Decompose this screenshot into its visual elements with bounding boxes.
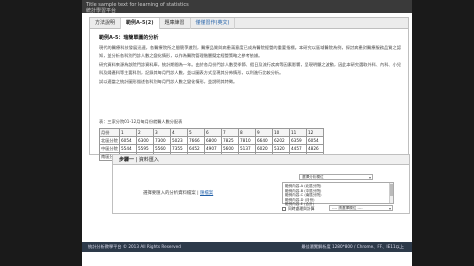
table-cell: 5560 <box>153 144 171 153</box>
table-cell: 6359 <box>289 136 307 145</box>
table-cell: 5320 <box>272 144 290 153</box>
field-select[interactable]: 選擇分析欄位 <box>299 174 373 180</box>
table-cell: 7825 <box>221 136 239 145</box>
paragraph: 研究資料來源為該院門診資料庫，統計期間為一年。由於各月份門診人數受季節、假日及流… <box>99 62 401 75</box>
column-header: 月份 <box>99 128 120 137</box>
secondary-field-select[interactable]: ---- 請選擇欄位 ---- <box>329 205 393 211</box>
table-cell: 5600 <box>221 144 239 153</box>
prompt-text: 選擇要匯入的分析資料檔案 <box>143 191 196 196</box>
column-header: 11 <box>289 128 307 137</box>
table-cell: 7300 <box>153 136 171 145</box>
column-header: 7 <box>221 128 239 137</box>
footer-browser-note: 最佳瀏覽解析度 1280*800 / Chrome、FF、IE11以上 <box>301 244 404 249</box>
option-check-label: 同時處理與計算 <box>288 206 315 211</box>
column-header: 9 <box>255 128 273 137</box>
section-title: 範例A-5：瑞簡單圖的分析 <box>99 35 159 41</box>
table-row: 中區分院 5544 5595 5560 7355 6452 4907 5600 … <box>99 144 324 153</box>
table-cell: 6020 <box>255 144 273 153</box>
footer-copyright: 統計分析教學平台 © 2013 All Rights Reserved <box>88 244 181 249</box>
table-header-row: 月份 1 2 3 4 5 6 7 8 9 10 11 12 <box>99 128 324 137</box>
table-cell: 7810 <box>238 136 256 145</box>
tab-bar: 方法說明 範例A-5(2) 題庫練習 僅僅習作(英文) <box>90 18 408 29</box>
paragraph: 現代的醫療科技發展迅速，各醫療院所之間競爭激烈，醫療品質與病患滿意度已成為醫院經… <box>99 45 401 58</box>
table-cell: 4826 <box>306 144 324 153</box>
field-listbox[interactable]: 範例內容-A (北區分院) 範例內容-B (中區分院) 範例內容-C (南區分院… <box>282 182 394 206</box>
paragraph: 試以適當之統計圖形描述各科別每月門診人數之變化情形，並說明其特徵。 <box>99 79 238 84</box>
table-cell: 6054 <box>119 136 137 145</box>
row-header: 中區分院 <box>99 144 120 153</box>
table-cell: 7355 <box>170 144 188 153</box>
table-cell: 6452 <box>187 144 205 153</box>
table-cell: 5023 <box>170 136 188 145</box>
step-title: 資料匯入 <box>138 157 159 163</box>
table-cell: 6300 <box>136 136 154 145</box>
section-body: 現代的醫療科技發展迅速，各醫療院所之間競爭激烈，醫療品質與病患滿意度已成為醫院經… <box>99 44 401 87</box>
page-footer: 統計分析教學平台 © 2013 All Rights Reserved 最佳瀏覽… <box>82 242 412 252</box>
option-check-row: 同時處理與計算 <box>282 206 315 212</box>
column-header: 2 <box>136 128 154 137</box>
table-cell: 4907 <box>204 144 222 153</box>
row-header: 北區分院 <box>99 136 120 145</box>
import-file-link[interactable]: 匯檔案 <box>200 191 213 196</box>
listbox-scrollbar[interactable] <box>389 183 393 203</box>
table-cell: 6800 <box>204 136 222 145</box>
table-cell: 6640 <box>255 136 273 145</box>
table-caption: 表：三家分院01-12月每月份就醫人數分配表 <box>99 119 183 124</box>
column-header: 12 <box>306 128 324 137</box>
tab-practice[interactable]: 題庫練習 <box>160 18 191 29</box>
step-panel: 步驟一 | 資料匯入 選擇要匯入的分析資料檔案 | 匯檔案 選擇分析欄位 範例內… <box>112 154 410 214</box>
page-header-subtitle: 統計學習平台 <box>86 8 117 14</box>
tab-exercise[interactable]: 僅僅習作(英文) <box>191 18 236 29</box>
column-header: 5 <box>187 128 205 137</box>
scrollbar-thumb[interactable] <box>390 184 393 196</box>
table-cell: 4457 <box>289 144 307 153</box>
table-cell: 5544 <box>119 144 137 153</box>
tab-example[interactable]: 範例A-5(2) <box>121 18 160 29</box>
content-panel: 方法說明 範例A-5(2) 題庫練習 僅僅習作(英文) 範例A-5：瑞簡單圖的分… <box>89 17 409 161</box>
table-cell: 5595 <box>136 144 154 153</box>
table-cell: 5137 <box>238 144 256 153</box>
column-header: 3 <box>153 128 171 137</box>
step-label: 步驟一 <box>119 157 135 163</box>
table-cell: 6202 <box>272 136 290 145</box>
table-cell: 7666 <box>187 136 205 145</box>
table-cell: 6054 <box>306 136 324 145</box>
table-row: 北區分院 6054 6300 7300 5023 7666 6800 7825 … <box>99 136 324 145</box>
column-header: 8 <box>238 128 256 137</box>
column-header: 10 <box>272 128 290 137</box>
prompt-line: 選擇要匯入的分析資料檔案 | 匯檔案 <box>143 190 213 196</box>
step-header: 步驟一 | 資料匯入 <box>113 155 409 165</box>
column-header: 4 <box>170 128 188 137</box>
option-checkbox[interactable] <box>282 207 286 211</box>
column-header: 1 <box>119 128 137 137</box>
column-header: 6 <box>204 128 222 137</box>
tab-method[interactable]: 方法說明 <box>90 18 122 29</box>
